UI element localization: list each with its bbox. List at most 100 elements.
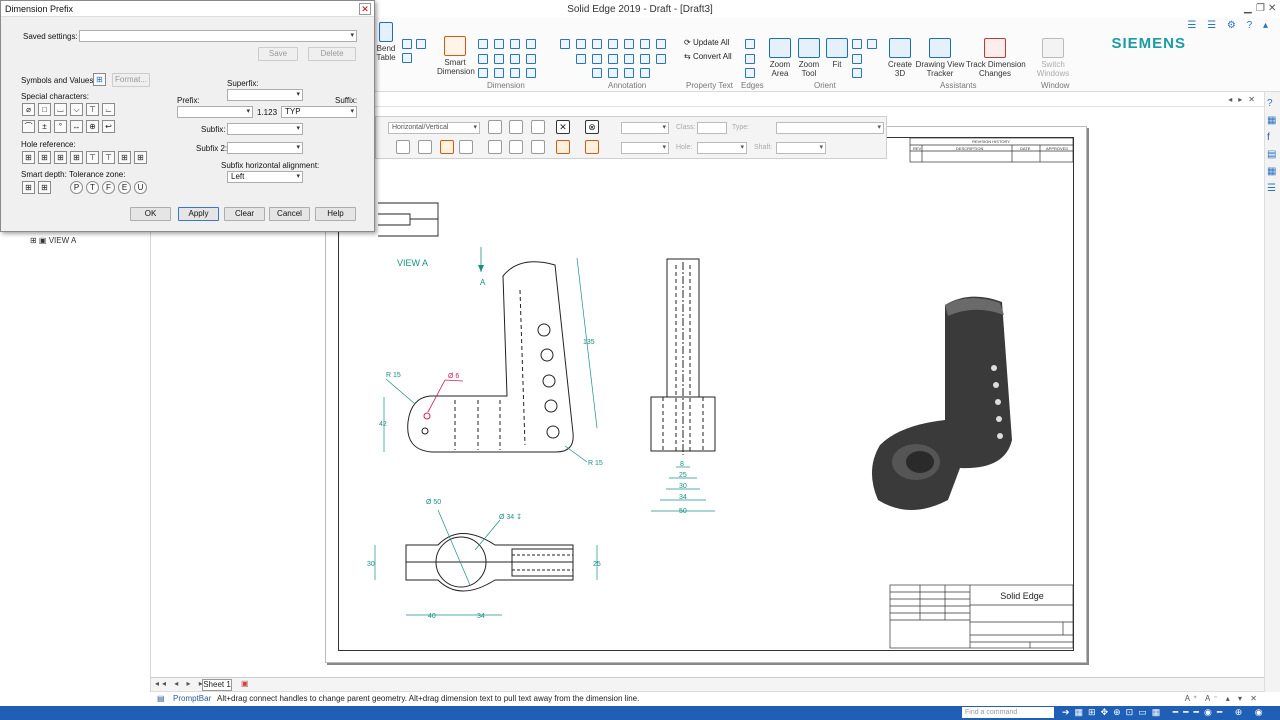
hole-label: Hole: (676, 144, 693, 151)
chevron-down-icon: ▾ (473, 124, 477, 131)
subfix2-select[interactable]: ▾ (227, 142, 303, 154)
smart-depth-icon[interactable]: ⊞ (22, 181, 35, 194)
dim-tool-icon[interactable] (488, 120, 502, 134)
dim-phi6: Ø 6 (448, 373, 459, 380)
dim-r15-b: R 15 (588, 460, 603, 467)
rev-header: REV (913, 146, 922, 151)
prompt-text: Alt+drag connect handles to change paren… (217, 694, 640, 703)
hole-ref-icon[interactable]: ⊞ (70, 151, 83, 164)
saved-settings-select[interactable]: ▾ (79, 30, 357, 42)
class-select[interactable] (697, 122, 727, 134)
cancel-button[interactable]: Cancel (269, 207, 310, 221)
hole-ref-icon[interactable]: ⊤ (86, 151, 99, 164)
smart-depth-icon[interactable]: ⊞ (38, 181, 51, 194)
slope-symbol-icon[interactable]: ⌳ (102, 103, 115, 116)
tolerance-zone-f-icon[interactable]: F (102, 181, 115, 194)
dim-style-icon[interactable] (509, 140, 523, 154)
tolerance-zone-p-icon[interactable]: P (70, 181, 83, 194)
description-header: DESCRIPTION (956, 146, 983, 151)
view-tool-icons[interactable]: ➔▦⊞✥⊕⊡▭▦ ━━━◉━ ⊕ ◉ (1062, 707, 1268, 718)
suffix-select[interactable]: TYP ▾ (281, 106, 357, 118)
delete-button[interactable]: Delete (308, 47, 356, 61)
special-characters-label: Special characters: (21, 92, 90, 101)
dim-phi50: Ø 50 (426, 499, 441, 506)
tolerance-zone-u-icon[interactable]: U (134, 181, 147, 194)
depth-symbol-icon[interactable]: ⊤ (86, 103, 99, 116)
symbols-values-icon[interactable]: ⊞ (93, 73, 106, 86)
dim-style-icon[interactable] (396, 140, 410, 154)
prompt-bar-controls[interactable]: A⁺ A⁻ ▴ ▾ ✕ (1185, 694, 1260, 703)
arc-symbol-icon[interactable]: ⌒ (22, 120, 35, 133)
subfix-label: Subfix: (201, 125, 226, 134)
isometric-view (871, 296, 1012, 510)
tolerance-zone-e-icon[interactable]: E (118, 181, 131, 194)
dim-style-icon[interactable] (459, 140, 473, 154)
partial-view-fragment (378, 202, 439, 237)
dim-side-8: 8 (680, 461, 684, 468)
dim-40: 40 (428, 613, 436, 620)
conical-symbol-icon[interactable]: ↩ (102, 120, 115, 133)
value2-select[interactable]: ▾ (621, 142, 669, 154)
subfix-alignment-select[interactable]: Left ▾ (227, 171, 303, 183)
add-sheet-icon[interactable]: ▣ (241, 679, 249, 688)
close-x-icon[interactable]: ✕ (556, 120, 570, 134)
dim-style-icon[interactable] (440, 140, 454, 154)
superfix-select[interactable]: ▾ (227, 89, 303, 101)
hole-ref-icon[interactable]: ⊞ (38, 151, 51, 164)
dim-style-icon[interactable] (585, 140, 599, 154)
ok-button[interactable]: OK (130, 207, 171, 221)
tab-sheet1[interactable]: Sheet 1 (202, 679, 232, 691)
dim-tool-icon[interactable] (509, 120, 523, 134)
dim-style-icon[interactable] (556, 140, 570, 154)
sample-value: 1.123 (257, 108, 278, 117)
hole-select[interactable]: ▾ (697, 142, 747, 154)
dim-style-icon[interactable] (531, 140, 545, 154)
hole-ref-icon[interactable]: ⊞ (134, 151, 147, 164)
hole-ref-icon[interactable]: ⊤ (102, 151, 115, 164)
dialog-title-bar[interactable]: Dimension Prefix ✕ (1, 1, 374, 17)
smart-depth-label: Smart depth: (21, 170, 67, 179)
dim-135: 135 (583, 339, 595, 346)
view-arrow-label: A (480, 278, 486, 287)
counterbore-symbol-icon[interactable]: ⌴ (54, 103, 67, 116)
diameter-symbol-icon[interactable]: ⌀ (22, 103, 35, 116)
dim-style-icon[interactable] (418, 140, 432, 154)
subfix-alignment-label: Subfix horizontal alignment: (221, 161, 320, 170)
prefix-select[interactable]: ▾ (177, 106, 253, 118)
dim-style-icon[interactable] (488, 140, 502, 154)
dimension-prefix-dialog: Dimension Prefix ✕ Saved settings: ▾ Sav… (0, 0, 375, 232)
square-symbol-icon[interactable]: □ (38, 103, 51, 116)
save-button[interactable]: Save (258, 47, 298, 61)
countersink-symbol-icon[interactable]: ⌵ (70, 103, 83, 116)
shaft-select[interactable]: ▾ (776, 142, 826, 154)
shaft-label: Shaft: (754, 144, 773, 151)
hole-ref-icon[interactable]: ⊞ (22, 151, 35, 164)
tolerance-zone-t-icon[interactable]: T (86, 181, 99, 194)
prefix-label: Prefix: (177, 96, 200, 105)
value-select[interactable]: ▾ (621, 122, 669, 134)
clear-button[interactable]: Clear (224, 207, 265, 221)
plus-minus-symbol-icon[interactable]: ± (38, 120, 51, 133)
degree-symbol-icon[interactable]: ° (54, 120, 67, 133)
symbols-values-label: Symbols and Values: (21, 76, 96, 85)
dim-phi34: Ø 34 ↧ (499, 513, 522, 521)
help-button[interactable]: Help (315, 207, 356, 221)
hole-ref-icon[interactable]: ⊞ (54, 151, 67, 164)
hole-reference-label: Hole reference: (21, 140, 76, 149)
prefix-x-icon[interactable]: ⊗ (585, 120, 599, 134)
suffix-label: Suffix: (335, 96, 358, 105)
orientation-select[interactable]: Horizontal/Vertical ▾ (388, 122, 480, 134)
command-finder-input[interactable]: Find a command (962, 707, 1054, 718)
centerline-symbol-icon[interactable]: ⊕ (86, 120, 99, 133)
arrow-symbol-icon[interactable]: ↔ (70, 120, 83, 133)
dim-tool-icon[interactable] (531, 120, 545, 134)
top-view (405, 533, 574, 592)
type-select[interactable]: ▾ (776, 122, 884, 134)
apply-button[interactable]: Apply (178, 207, 219, 221)
dialog-close-button[interactable]: ✕ (359, 3, 371, 15)
dim-42: 42 (379, 421, 387, 428)
class-label: Class: (676, 124, 696, 131)
format-button[interactable]: Format... (112, 73, 150, 87)
subfix-select[interactable]: ▾ (227, 123, 303, 135)
hole-ref-icon[interactable]: ⊞ (118, 151, 131, 164)
